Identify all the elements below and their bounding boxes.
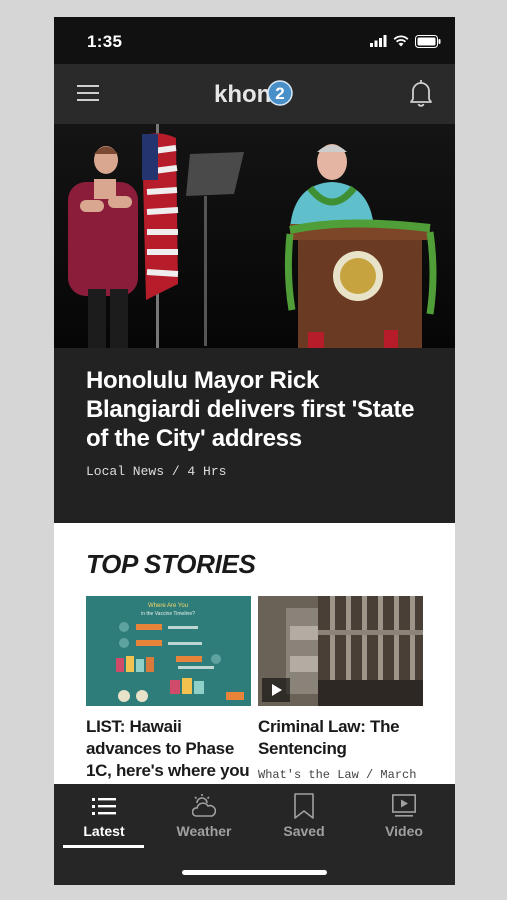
- tab-label: Latest: [83, 823, 125, 839]
- notifications-button[interactable]: [409, 78, 433, 108]
- logo-graphic: khon 2: [214, 80, 293, 108]
- story-meta: What's the Law / March: [258, 768, 417, 782]
- play-icon: [272, 684, 282, 696]
- tab-label: Weather: [176, 823, 232, 839]
- battery-icon: [415, 34, 441, 48]
- bookmark-icon: [294, 793, 314, 819]
- video-icon: [392, 794, 416, 817]
- vaccine-timeline-graphic: Where Are You in the Vaccine Timeline?: [86, 596, 251, 706]
- hero-meta: Local News / 4 Hrs: [86, 464, 227, 479]
- bell-icon: [410, 80, 432, 107]
- menu-button[interactable]: [76, 81, 100, 105]
- story-thumbnail[interactable]: [258, 596, 423, 706]
- hero-image[interactable]: [54, 124, 455, 348]
- top-stories-section: TOP STORIES Where Are You in the Vaccine…: [54, 523, 455, 786]
- svg-text:in the Vaccine Timeline?: in the Vaccine Timeline?: [141, 611, 195, 617]
- story-title[interactable]: Criminal Law: The Sentencing: [258, 716, 423, 760]
- khon2-logo[interactable]: khon 2: [214, 78, 296, 110]
- home-indicator[interactable]: [182, 870, 327, 875]
- signal-icon: [370, 35, 387, 47]
- story-thumbnail[interactable]: Where Are You in the Vaccine Timeline?: [86, 596, 251, 706]
- svg-text:khon: khon: [214, 81, 271, 108]
- status-time: 1:35: [87, 32, 123, 51]
- tab-saved[interactable]: Saved: [254, 784, 354, 864]
- weather-icon: [192, 794, 216, 817]
- story-title[interactable]: LIST: Hawaii advances to Phase 1C, here'…: [86, 716, 251, 786]
- app-header: khon 2: [54, 64, 455, 124]
- bottom-tab-bar: Latest Weather Saved Video: [54, 784, 455, 885]
- tab-label: Saved: [283, 823, 325, 839]
- wifi-icon: [393, 35, 409, 47]
- svg-text:Where Are You: Where Are You: [148, 603, 188, 609]
- story-card[interactable]: Criminal Law: The Sentencing What's the …: [258, 596, 423, 782]
- tab-weather[interactable]: Weather: [154, 784, 254, 864]
- status-icons: [370, 34, 441, 48]
- tab-label: Video: [385, 823, 423, 839]
- hero-title[interactable]: Honolulu Mayor Rick Blangiardi delivers …: [86, 366, 426, 453]
- hero-article[interactable]: Honolulu Mayor Rick Blangiardi delivers …: [54, 348, 455, 523]
- svg-text:2: 2: [275, 84, 284, 103]
- top-stories-heading: TOP STORIES: [86, 549, 256, 579]
- tab-video[interactable]: Video: [354, 784, 454, 864]
- active-tab-indicator: [63, 845, 144, 848]
- hamburger-icon: [77, 85, 99, 101]
- list-icon: [92, 798, 116, 815]
- play-button[interactable]: [262, 678, 290, 702]
- hero-photo: [54, 124, 455, 348]
- tab-latest[interactable]: Latest: [54, 784, 154, 864]
- story-card[interactable]: Where Are You in the Vaccine Timeline? L…: [86, 596, 251, 786]
- status-bar: 1:35: [54, 17, 455, 64]
- phone-screen: 1:35 khon 2 Honolulu Mayor Rick Blangiar…: [54, 17, 455, 885]
